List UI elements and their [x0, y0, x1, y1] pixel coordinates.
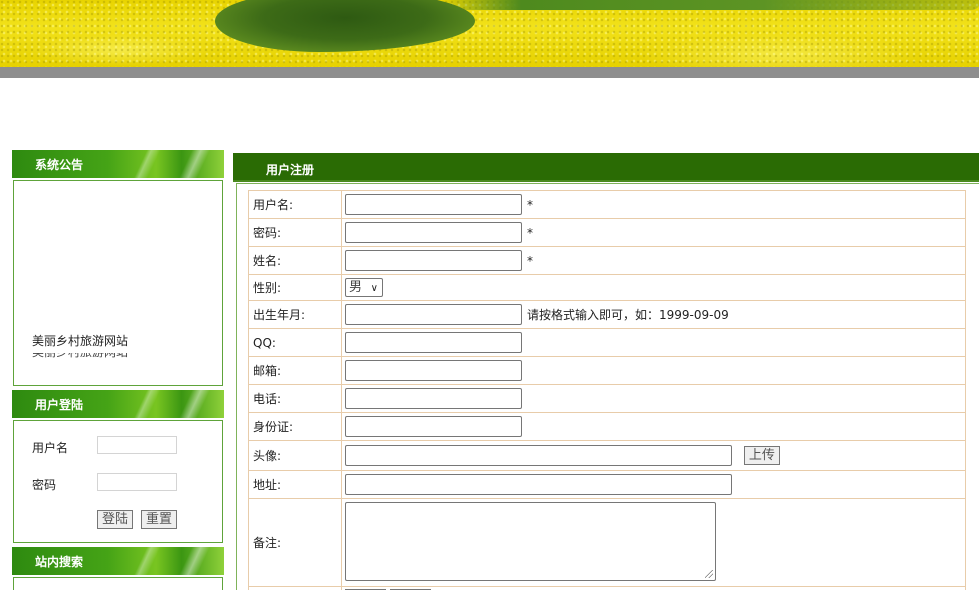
avatar-label: 头像: [248, 440, 342, 471]
qq-label: QQ: [248, 328, 342, 357]
chevron-down-icon: ∨ [370, 283, 378, 294]
login-button[interactable]: 登陆 [97, 510, 134, 529]
remark-cell [341, 498, 966, 587]
banner-texture [0, 0, 979, 67]
form-row-email: 邮箱: [248, 356, 966, 385]
idcard-label: 身份证: [248, 412, 342, 441]
login-header: 用户登陆 [12, 390, 224, 418]
birth-input[interactable] [345, 304, 522, 325]
login-username-input[interactable] [97, 436, 177, 454]
register-header: 用户注册 [233, 153, 979, 182]
header-banner [0, 0, 979, 67]
qq-input[interactable] [345, 332, 522, 353]
password-input[interactable] [345, 222, 522, 243]
form-row-gender: 性别: 男 ∨ [248, 274, 966, 301]
upload-button[interactable]: 上传 [743, 446, 780, 465]
gender-label: 性别: [248, 274, 342, 301]
notice-text-next: 美丽乡村旅游网站 [32, 353, 152, 358]
search-header: 站内搜索 [12, 547, 224, 575]
realname-required-mark: * [527, 253, 533, 268]
phone-input[interactable] [345, 388, 522, 409]
gender-selected-value: 男 [349, 280, 363, 295]
notice-title: 系统公告 [35, 158, 84, 172]
avatar-cell: 上传 [341, 440, 966, 471]
gender-select[interactable]: 男 ∨ [345, 278, 383, 297]
username-cell: * [341, 190, 966, 219]
birth-cell: 请按格式输入即可，如：1999-09-09 [341, 300, 966, 329]
form-row-idcard: 身份证: [248, 412, 966, 441]
address-label: 地址: [248, 470, 342, 499]
email-input[interactable] [345, 360, 522, 381]
form-row-qq: QQ: [248, 328, 966, 357]
form-row-username: 用户名: * [248, 190, 966, 219]
actions-cell [341, 586, 966, 590]
avatar-path-input[interactable] [345, 445, 732, 466]
banner-green-strip [440, 0, 979, 10]
resize-grip-icon[interactable] [705, 569, 713, 578]
register-form-table: 用户名: * 密码: * 姓名: * 性别: 男 ∨ 出生年月: 请按格式输入即可… [248, 190, 966, 590]
notice-header: 系统公告 [12, 150, 224, 178]
login-panel: 用户名 密码 登陆 重置 [13, 420, 223, 543]
form-row-actions [248, 586, 966, 590]
login-title: 用户登陆 [35, 398, 84, 412]
notice-panel: 美丽乡村旅游网站 美丽乡村旅游网站 [13, 180, 223, 386]
password-cell: * [341, 218, 966, 247]
username-label: 用户名: [248, 190, 342, 219]
form-row-remark: 备注: [248, 498, 966, 587]
actions-label-cell [248, 586, 342, 590]
form-row-birth: 出生年月: 请按格式输入即可，如：1999-09-09 [248, 300, 966, 329]
idcard-input[interactable] [345, 416, 522, 437]
qq-cell [341, 328, 966, 357]
email-cell [341, 356, 966, 385]
birth-format-hint: 请按格式输入即可，如：1999-09-09 [527, 308, 729, 322]
search-title: 站内搜索 [35, 555, 84, 569]
email-label: 邮箱: [248, 356, 342, 385]
header-divider-bar [0, 67, 979, 78]
realname-label: 姓名: [248, 246, 342, 275]
login-username-label: 用户名 [32, 441, 69, 455]
form-row-realname: 姓名: * [248, 246, 966, 275]
idcard-cell [341, 412, 966, 441]
address-input[interactable] [345, 474, 732, 495]
notice-scroll-clip: 美丽乡村旅游网站 [32, 353, 152, 358]
register-title: 用户注册 [266, 163, 315, 177]
address-cell [341, 470, 966, 499]
username-input[interactable] [345, 194, 522, 215]
realname-cell: * [341, 246, 966, 275]
form-row-avatar: 头像: 上传 [248, 440, 966, 471]
notice-text: 美丽乡村旅游网站 [32, 334, 129, 348]
username-required-mark: * [527, 197, 533, 212]
remark-textarea[interactable] [345, 501, 716, 581]
phone-cell [341, 384, 966, 413]
birth-label: 出生年月: [248, 300, 342, 329]
phone-label: 电话: [248, 384, 342, 413]
form-row-password: 密码: * [248, 218, 966, 247]
search-panel [13, 577, 223, 590]
form-row-phone: 电话: [248, 384, 966, 413]
password-required-mark: * [527, 225, 533, 240]
form-row-address: 地址: [248, 470, 966, 499]
remark-label: 备注: [248, 498, 342, 587]
login-password-label: 密码 [32, 478, 57, 492]
reset-button[interactable]: 重置 [141, 510, 178, 529]
gender-cell: 男 ∨ [341, 274, 966, 301]
password-label: 密码: [248, 218, 342, 247]
realname-input[interactable] [345, 250, 522, 271]
login-password-input[interactable] [97, 473, 177, 491]
